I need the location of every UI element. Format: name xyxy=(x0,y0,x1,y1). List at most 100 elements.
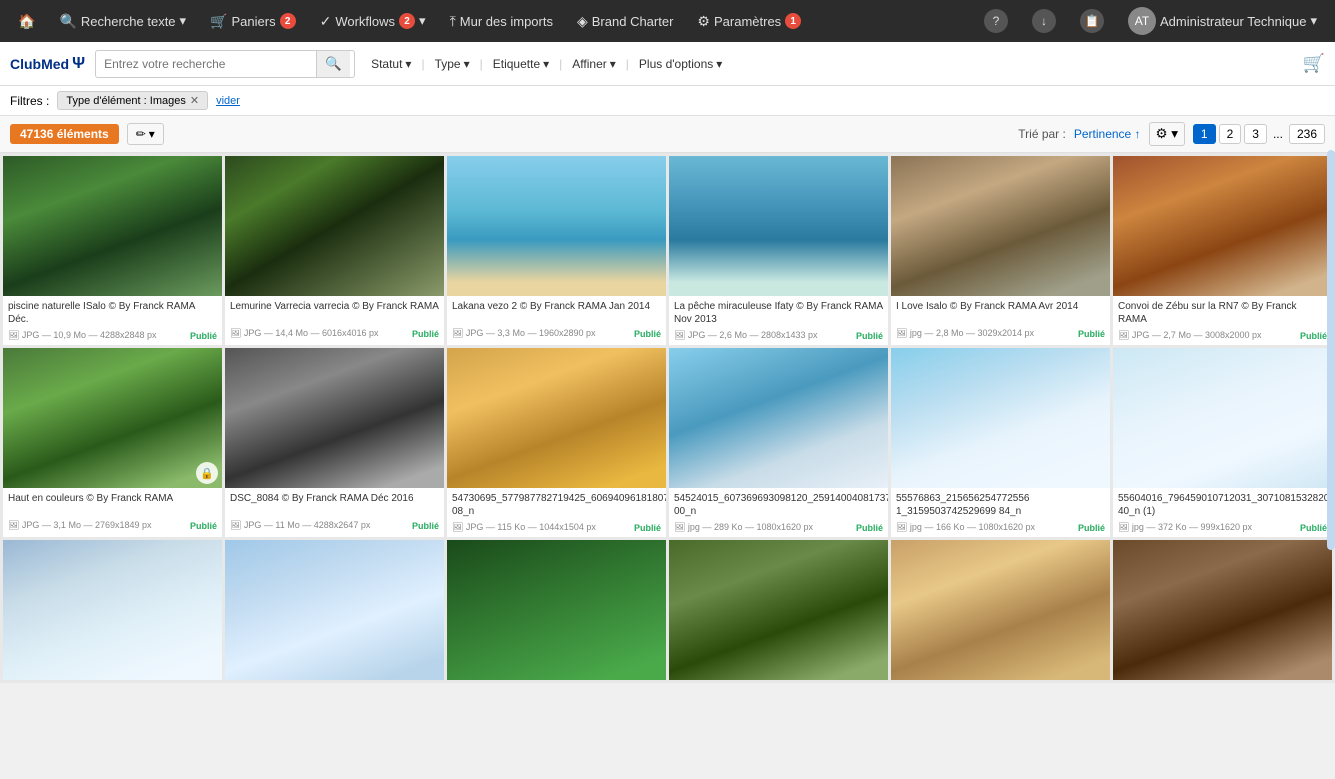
search-bar: ClubMed Ψ 🔍 Statut ▾ | Type ▾ | Etiquett… xyxy=(0,42,1335,86)
image-card[interactable] xyxy=(669,540,888,680)
logo: ClubMed Ψ xyxy=(10,55,85,73)
basket-icon: 🛒 xyxy=(210,13,227,30)
active-filters-row: Filtres : Type d'élément : Images ✕ vide… xyxy=(0,86,1335,116)
image-type-icon: 🖼 jpg — 289 Ko — 1080x1620 px xyxy=(674,522,813,533)
plus-options-label: Plus d'options xyxy=(639,57,713,71)
image-card[interactable] xyxy=(447,540,666,680)
image-card[interactable]: La pêche miraculeuse Ifaty © By Franck R… xyxy=(669,156,888,345)
image-caption: DSC_8084 © By Franck RAMA Déc 2016 xyxy=(225,488,444,518)
affiner-label: Affiner xyxy=(572,57,606,71)
image-card[interactable] xyxy=(225,540,444,680)
status-badge: Publié xyxy=(412,329,439,339)
image-caption: 54524015_607369693098120_259140040817377… xyxy=(669,488,888,520)
statut-label: Statut xyxy=(371,57,402,71)
import-wall-menu[interactable]: ⤒ Mur des imports xyxy=(440,9,563,34)
settings-menu[interactable]: ⚙ Paramètres 1 xyxy=(687,9,811,34)
image-thumbnail xyxy=(447,156,666,296)
status-badge: Publié xyxy=(856,523,883,533)
image-thumbnail xyxy=(669,348,888,488)
help-button[interactable]: ? xyxy=(974,5,1018,37)
separator: | xyxy=(421,57,424,71)
image-card[interactable]: Lakana vezo 2 © By Franck RAMA Jan 2014🖼… xyxy=(447,156,666,345)
image-card[interactable]: DSC_8084 © By Franck RAMA Déc 2016🖼 JPG … xyxy=(225,348,444,537)
user-menu[interactable]: AT Administrateur Technique ▾ xyxy=(1118,3,1327,39)
image-card[interactable]: 🔒Haut en couleurs © By Franck RAMA🖼 JPG … xyxy=(3,348,222,537)
etiquette-filter[interactable]: Etiquette ▾ xyxy=(487,54,555,74)
image-type-icon: 🖼 JPG — 2,7 Mo — 3008x2000 px xyxy=(1118,330,1262,341)
logo-symbol: Ψ xyxy=(72,55,85,73)
image-card[interactable] xyxy=(3,540,222,680)
image-type-icon: 🖼 JPG — 10,9 Mo — 4288x2848 px xyxy=(8,330,157,341)
etiquette-chevron: ▾ xyxy=(543,57,549,71)
image-card[interactable]: 54730695_577987782719425_606940961818070… xyxy=(447,348,666,537)
image-thumbnail xyxy=(225,348,444,488)
help-icon: ? xyxy=(984,9,1008,33)
image-card[interactable]: 54524015_607369693098120_259140040817377… xyxy=(669,348,888,537)
workflows-menu[interactable]: ✓ Workflows 2 ▾ xyxy=(310,9,436,34)
image-thumbnail xyxy=(225,540,444,680)
image-thumbnail xyxy=(3,156,222,296)
image-card[interactable]: 55576863_215656254772556 1_3159503742529… xyxy=(891,348,1110,537)
status-badge: Publié xyxy=(634,329,661,339)
separator: | xyxy=(480,57,483,71)
search-menu[interactable]: 🔍 Recherche texte ▾ xyxy=(49,9,196,34)
sort-value[interactable]: Pertinence ↑ xyxy=(1074,127,1141,141)
settings-badge: 1 xyxy=(785,13,801,29)
home-icon: 🏠 xyxy=(18,13,35,30)
chevron-icon: ▾ xyxy=(419,13,426,29)
status-badge: Publié xyxy=(1300,523,1327,533)
search-input[interactable] xyxy=(96,52,316,76)
page-1-button[interactable]: 1 xyxy=(1193,124,1216,144)
image-meta: 🖼 JPG — 10,9 Mo — 4288x2848 px Publié xyxy=(3,328,222,345)
image-meta: 🖼 jpg — 372 Ko — 999x1620 pxPublié xyxy=(1113,520,1332,537)
baskets-menu[interactable]: 🛒 Paniers 2 xyxy=(200,9,306,34)
search-input-wrapper: 🔍 xyxy=(95,50,355,78)
cart-button[interactable]: 🛒 xyxy=(1303,53,1325,74)
image-card[interactable]: I Love Isalo © By Franck RAMA Avr 2014🖼 … xyxy=(891,156,1110,345)
statut-chevron: ▾ xyxy=(405,57,411,71)
image-caption: 54730695_577987782719425_606940961818070… xyxy=(447,488,666,520)
image-type-icon: 🖼 jpg — 166 Ko — 1080x1620 px xyxy=(896,522,1035,533)
sort-section: Trié par : Pertinence ↑ ⚙ ▾ 1 2 3 ... 23… xyxy=(1018,122,1325,146)
home-button[interactable]: 🏠 xyxy=(8,9,45,34)
vider-link[interactable]: vider xyxy=(216,95,240,107)
image-thumbnail xyxy=(669,540,888,680)
image-card[interactable] xyxy=(891,540,1110,680)
type-chevron: ▾ xyxy=(464,57,470,71)
type-images-filter-tag: Type d'élément : Images ✕ xyxy=(57,91,208,110)
clipboard-button[interactable]: 📋 xyxy=(1070,5,1114,37)
image-card[interactable]: 55604016_796459010712031_307108153282002… xyxy=(1113,348,1332,537)
statut-filter[interactable]: Statut ▾ xyxy=(365,54,417,74)
search-icon: 🔍 xyxy=(59,13,76,30)
affiner-filter[interactable]: Affiner ▾ xyxy=(566,54,622,74)
pagination: 1 2 3 ... 236 xyxy=(1193,124,1325,144)
image-caption: Convoi de Zébu sur la RN7 © By Franck RA… xyxy=(1113,296,1332,328)
page-3-button[interactable]: 3 xyxy=(1244,124,1267,144)
status-badge: Publié xyxy=(190,331,217,341)
username-label: Administrateur Technique xyxy=(1160,14,1306,29)
baskets-label: Paniers xyxy=(232,14,276,29)
scrollbar[interactable] xyxy=(1327,150,1335,550)
download-button[interactable]: ↓ xyxy=(1022,5,1066,37)
type-filter[interactable]: Type ▾ xyxy=(429,54,476,74)
image-caption: I Love Isalo © By Franck RAMA Avr 2014 xyxy=(891,296,1110,326)
image-caption: Lemurine Varrecia varrecia © By Franck R… xyxy=(225,296,444,326)
settings-label: Paramètres xyxy=(714,14,781,29)
plus-options-filter[interactable]: Plus d'options ▾ xyxy=(633,54,728,74)
page-last-button[interactable]: 236 xyxy=(1289,124,1325,144)
edit-button[interactable]: ✏ ▾ xyxy=(127,123,164,145)
plus-options-chevron: ▾ xyxy=(716,57,722,71)
image-card[interactable]: Convoi de Zébu sur la RN7 © By Franck RA… xyxy=(1113,156,1332,345)
search-submit-button[interactable]: 🔍 xyxy=(316,51,350,77)
image-card[interactable]: Lemurine Varrecia varrecia © By Franck R… xyxy=(225,156,444,345)
brand-charter-menu[interactable]: ◈ Brand Charter xyxy=(567,9,683,34)
filter-tag-remove[interactable]: ✕ xyxy=(190,94,199,107)
status-badge: Publié xyxy=(1078,523,1105,533)
topnav-right-actions: ? ↓ 📋 AT Administrateur Technique ▾ xyxy=(974,3,1327,39)
sort-label: Trié par : xyxy=(1018,127,1066,141)
grid-settings-button[interactable]: ⚙ ▾ xyxy=(1149,122,1185,146)
image-card[interactable] xyxy=(1113,540,1332,680)
page-2-button[interactable]: 2 xyxy=(1219,124,1242,144)
image-card[interactable]: piscine naturelle ISalo © By Franck RAMA… xyxy=(3,156,222,345)
image-meta: 🖼 JPG — 115 Ko — 1044x1504 pxPublié xyxy=(447,520,666,537)
